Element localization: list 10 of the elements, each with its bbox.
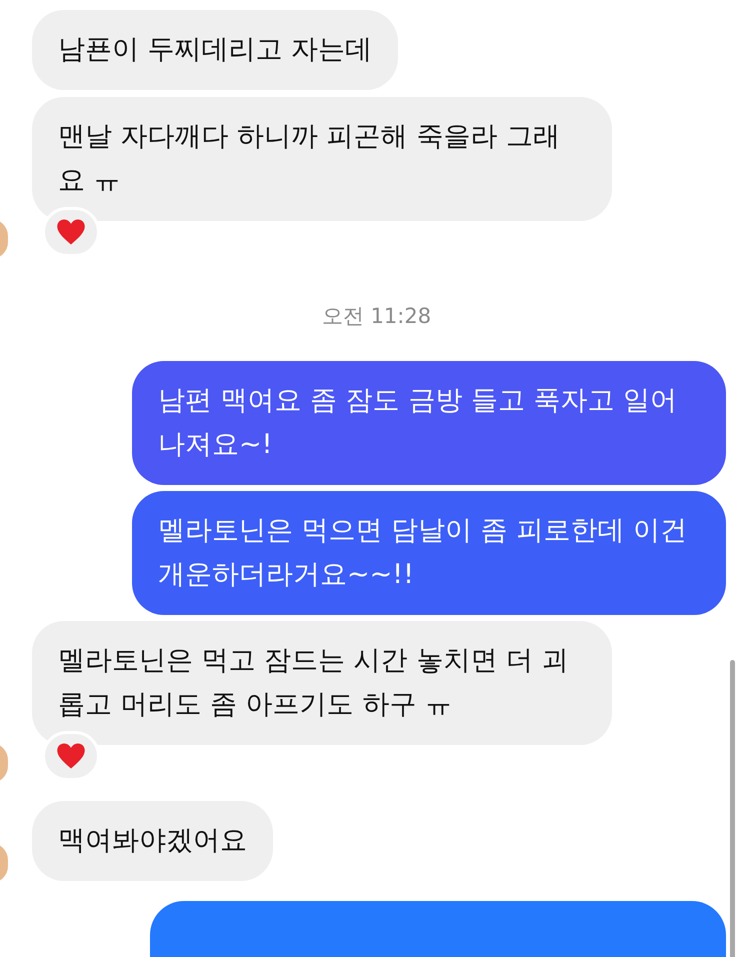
- message-bubble: 남편 맥여요 좀 잠도 금방 들고 푹자고 일어나져요~!: [132, 360, 726, 484]
- message-bubble: 맨날 자다깨다 하니까 피곤해 죽을라 그래요 ㅠ: [32, 97, 612, 221]
- message-bubble: 멜라토닌은 먹으면 담날이 좀 피로한데 이건 개운하더라거요~~!!: [132, 490, 726, 614]
- heart-icon: [56, 742, 86, 770]
- message-bubble: 맥여봐야겠어요: [32, 800, 273, 880]
- message-bubble: 남푠이 두찌데리고 자는데: [32, 10, 398, 90]
- scrollbar[interactable]: [730, 660, 735, 957]
- timestamp: 오전 11:28: [322, 303, 432, 330]
- heart-icon: [56, 218, 86, 246]
- message-bubble: 멜라토닌은 먹고 잠드는 시간 놓치면 더 괴롭고 머리도 좀 아프기도 하구 ㅠ: [32, 620, 612, 744]
